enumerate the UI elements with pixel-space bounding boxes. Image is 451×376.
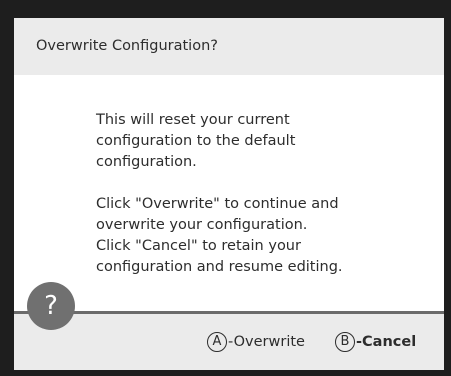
b-button-glyph-icon: B xyxy=(335,332,355,352)
overwrite-dialog: Overwrite Configuration? This will reset… xyxy=(14,18,444,370)
dialog-body: This will reset your current configurati… xyxy=(14,75,444,311)
reset-warning-text: This will reset your current configurati… xyxy=(96,112,296,170)
instructions-text: Click "Overwrite" to continue and overwr… xyxy=(96,196,343,275)
cancel-label: -Cancel xyxy=(356,334,417,350)
dialog-title: Overwrite Configuration? xyxy=(14,18,444,75)
help-button[interactable]: ? xyxy=(27,282,75,330)
dialog-footer: A -Overwrite B -Cancel xyxy=(14,314,444,370)
overwrite-label: -Overwrite xyxy=(228,334,305,350)
cancel-button[interactable]: B -Cancel xyxy=(335,329,416,355)
overwrite-button[interactable]: A -Overwrite xyxy=(207,329,305,355)
question-mark-icon: ? xyxy=(44,291,58,321)
a-button-glyph-icon: A xyxy=(207,332,227,352)
